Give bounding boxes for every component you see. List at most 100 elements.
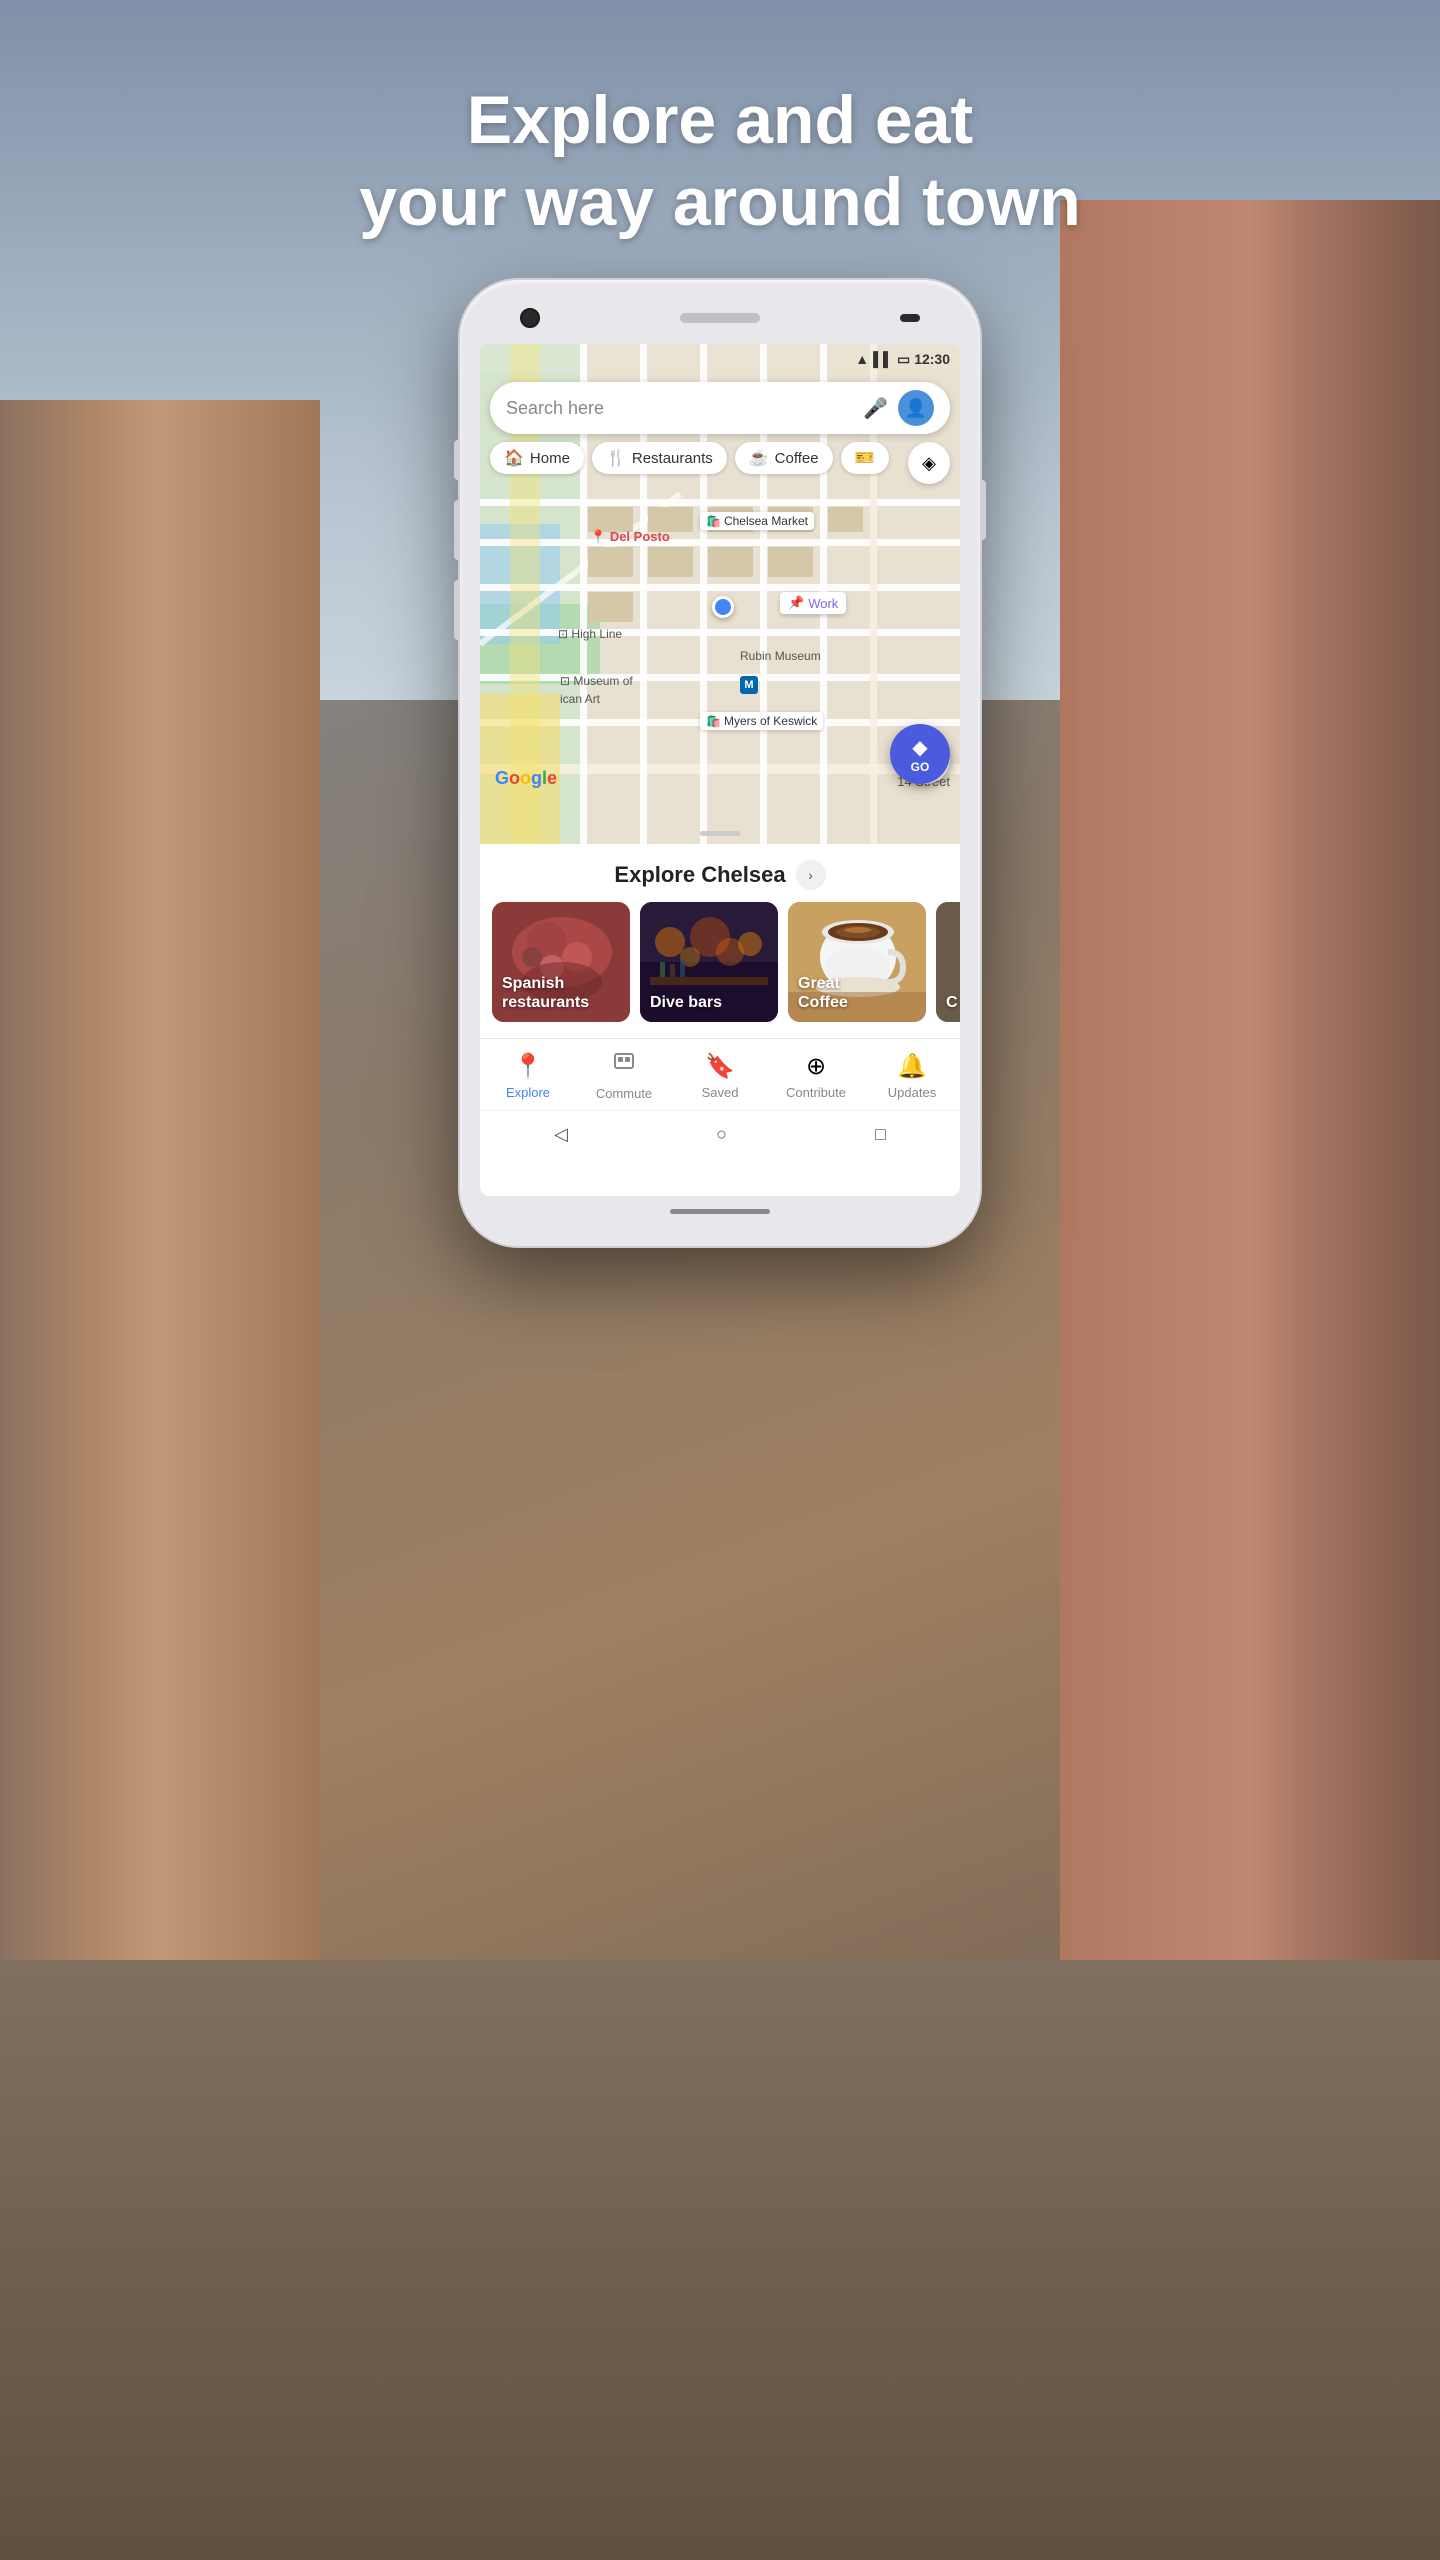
updates-nav-label: Updates (888, 1085, 936, 1100)
bottom-sheet-handle (700, 831, 740, 836)
status-bar: ▲ ▌▌ ▭ 12:30 (480, 344, 960, 374)
microphone-icon[interactable]: 🎤 (863, 396, 888, 421)
work-icon: 📌 (788, 595, 804, 611)
nav-saved[interactable]: 🔖 Saved (672, 1052, 768, 1100)
explore-more-button[interactable]: › (796, 860, 826, 890)
proximity-sensor (900, 314, 920, 322)
nav-commute[interactable]: Commute (576, 1051, 672, 1101)
nav-contribute[interactable]: ⊕ Contribute (768, 1052, 864, 1100)
chip-restaurants[interactable]: 🍴 Restaurants (592, 442, 727, 474)
great-coffee-label-line2: Coffee (798, 994, 848, 1011)
spanish-label-line2: restaurants (502, 994, 589, 1011)
myers-keswick-marker[interactable]: 🛍️ Myers of Keswick (700, 712, 823, 730)
background-building-left (0, 400, 320, 2000)
chip-coffee-label: Coffee (775, 450, 819, 467)
contribute-nav-label: Contribute (786, 1085, 846, 1100)
back-button[interactable]: ◁ (554, 1124, 568, 1145)
phone-top-bar (480, 300, 960, 344)
chelsea-market-label: Chelsea Market (724, 514, 808, 528)
g-blue-2: g (531, 768, 542, 788)
rubin-museum-label[interactable]: Rubin Museum (740, 649, 821, 663)
saved-nav-icon: 🔖 (705, 1052, 735, 1081)
rubin-museum-text: Rubin Museum (740, 649, 821, 663)
phone-bottom-bar (480, 1196, 960, 1226)
wifi-icon: ▲ (855, 351, 869, 367)
museum-text: Museum of (573, 674, 632, 688)
metro-marker[interactable]: M (740, 676, 758, 694)
coffee-chip-icon: ☕ (749, 448, 769, 468)
chip-more[interactable]: 🎫 (841, 442, 889, 474)
explore-nav-icon: 📍 (513, 1052, 543, 1081)
del-posto-label[interactable]: 📍 Del Posto (590, 529, 670, 545)
status-icons: ▲ ▌▌ ▭ 12:30 (855, 351, 950, 368)
del-posto-text: Del Posto (610, 529, 670, 544)
g-red: o (509, 768, 520, 788)
museum-text-2: ican Art (560, 692, 600, 706)
bottom-navigation: 📍 Explore Commute 🔖 Saved (480, 1038, 960, 1110)
search-placeholder[interactable]: Search here (506, 398, 853, 419)
go-diamond-icon: ◆ (912, 735, 927, 760)
spanish-card-label: Spanish restaurants (502, 974, 589, 1012)
volume-silent-button (454, 440, 460, 480)
user-avatar[interactable]: 👤 (898, 390, 934, 426)
volume-down-button (454, 580, 460, 640)
saved-nav-label: Saved (702, 1085, 739, 1100)
chip-restaurants-label: Restaurants (632, 450, 713, 467)
highline-label[interactable]: ⊡ High Line (558, 627, 622, 641)
work-text: Work (808, 596, 838, 611)
myers-icon: 🛍️ (706, 714, 721, 728)
search-bar[interactable]: Search here 🎤 👤 (490, 382, 950, 434)
chip-coffee[interactable]: ☕ Coffee (735, 442, 833, 474)
explore-section: Explore Chelsea › (480, 844, 960, 1038)
more-card[interactable]: C (936, 902, 960, 1022)
museum-label-2: ican Art (560, 692, 600, 706)
spanish-restaurants-card[interactable]: Spanish restaurants (492, 902, 630, 1022)
front-camera (520, 308, 540, 328)
explore-title-text: Explore Chelsea (614, 862, 785, 887)
explore-title: Explore Chelsea (614, 862, 785, 888)
headline-line2: your way around town (0, 162, 1440, 244)
explore-nav-label: Explore (506, 1085, 550, 1100)
work-label: 📌 Work (780, 592, 846, 614)
map-view[interactable]: ▲ ▌▌ ▭ 12:30 Search here 🎤 👤 (480, 344, 960, 844)
headline-line1: Explore and eat (0, 80, 1440, 162)
phone-device: ▲ ▌▌ ▭ 12:30 Search here 🎤 👤 (460, 280, 980, 1246)
home-button[interactable]: ○ (716, 1124, 727, 1145)
commute-nav-icon (612, 1051, 636, 1082)
location-dot (712, 596, 734, 618)
nav-explore[interactable]: 📍 Explore (480, 1052, 576, 1100)
g-yellow: o (520, 768, 531, 788)
updates-nav-icon: 🔔 (897, 1052, 927, 1081)
phone-screen: ▲ ▌▌ ▭ 12:30 Search here 🎤 👤 (480, 344, 960, 1196)
chip-home[interactable]: 🏠 Home (490, 442, 584, 474)
home-indicator-bar (670, 1209, 770, 1214)
museum-label[interactable]: ⊡ Museum of (560, 674, 633, 688)
signal-icon: ▌▌ (873, 351, 893, 367)
go-navigation-button[interactable]: ◆ GO (890, 724, 950, 784)
dive-bars-label: Dive bars (650, 994, 722, 1011)
recents-button[interactable]: □ (875, 1124, 886, 1145)
dive-bars-card[interactable]: Dive bars (640, 902, 778, 1022)
headline: Explore and eat your way around town (0, 80, 1440, 243)
more-label: C (946, 994, 958, 1011)
myers-keswick-text: Myers of Keswick (724, 714, 817, 728)
category-chips-row: 🏠 Home 🍴 Restaurants ☕ Coffee 🎫 (490, 442, 889, 474)
shopping-icon: 🛍️ (706, 514, 721, 528)
more-card-label: C (946, 993, 958, 1012)
great-coffee-card[interactable]: Great Coffee (788, 902, 926, 1022)
great-coffee-card-label: Great Coffee (798, 974, 848, 1012)
nav-updates[interactable]: 🔔 Updates (864, 1052, 960, 1100)
chevron-right-icon: › (808, 867, 813, 883)
chelsea-market-marker[interactable]: 🛍️ Chelsea Market (700, 512, 814, 530)
android-navbar: ◁ ○ □ (480, 1110, 960, 1158)
map-layers-button[interactable]: ◈ (908, 442, 950, 484)
volume-up-button (454, 500, 460, 560)
chip-home-label: Home (530, 450, 570, 467)
park-icon: ⊡ (558, 627, 568, 641)
go-button-label: GO (911, 760, 930, 774)
g-blue: G (495, 768, 509, 788)
home-chip-icon: 🏠 (504, 448, 524, 468)
work-marker[interactable]: 📌 Work (780, 592, 846, 614)
highline-text: High Line (571, 627, 622, 641)
museum-icon: ⊡ (560, 674, 570, 688)
